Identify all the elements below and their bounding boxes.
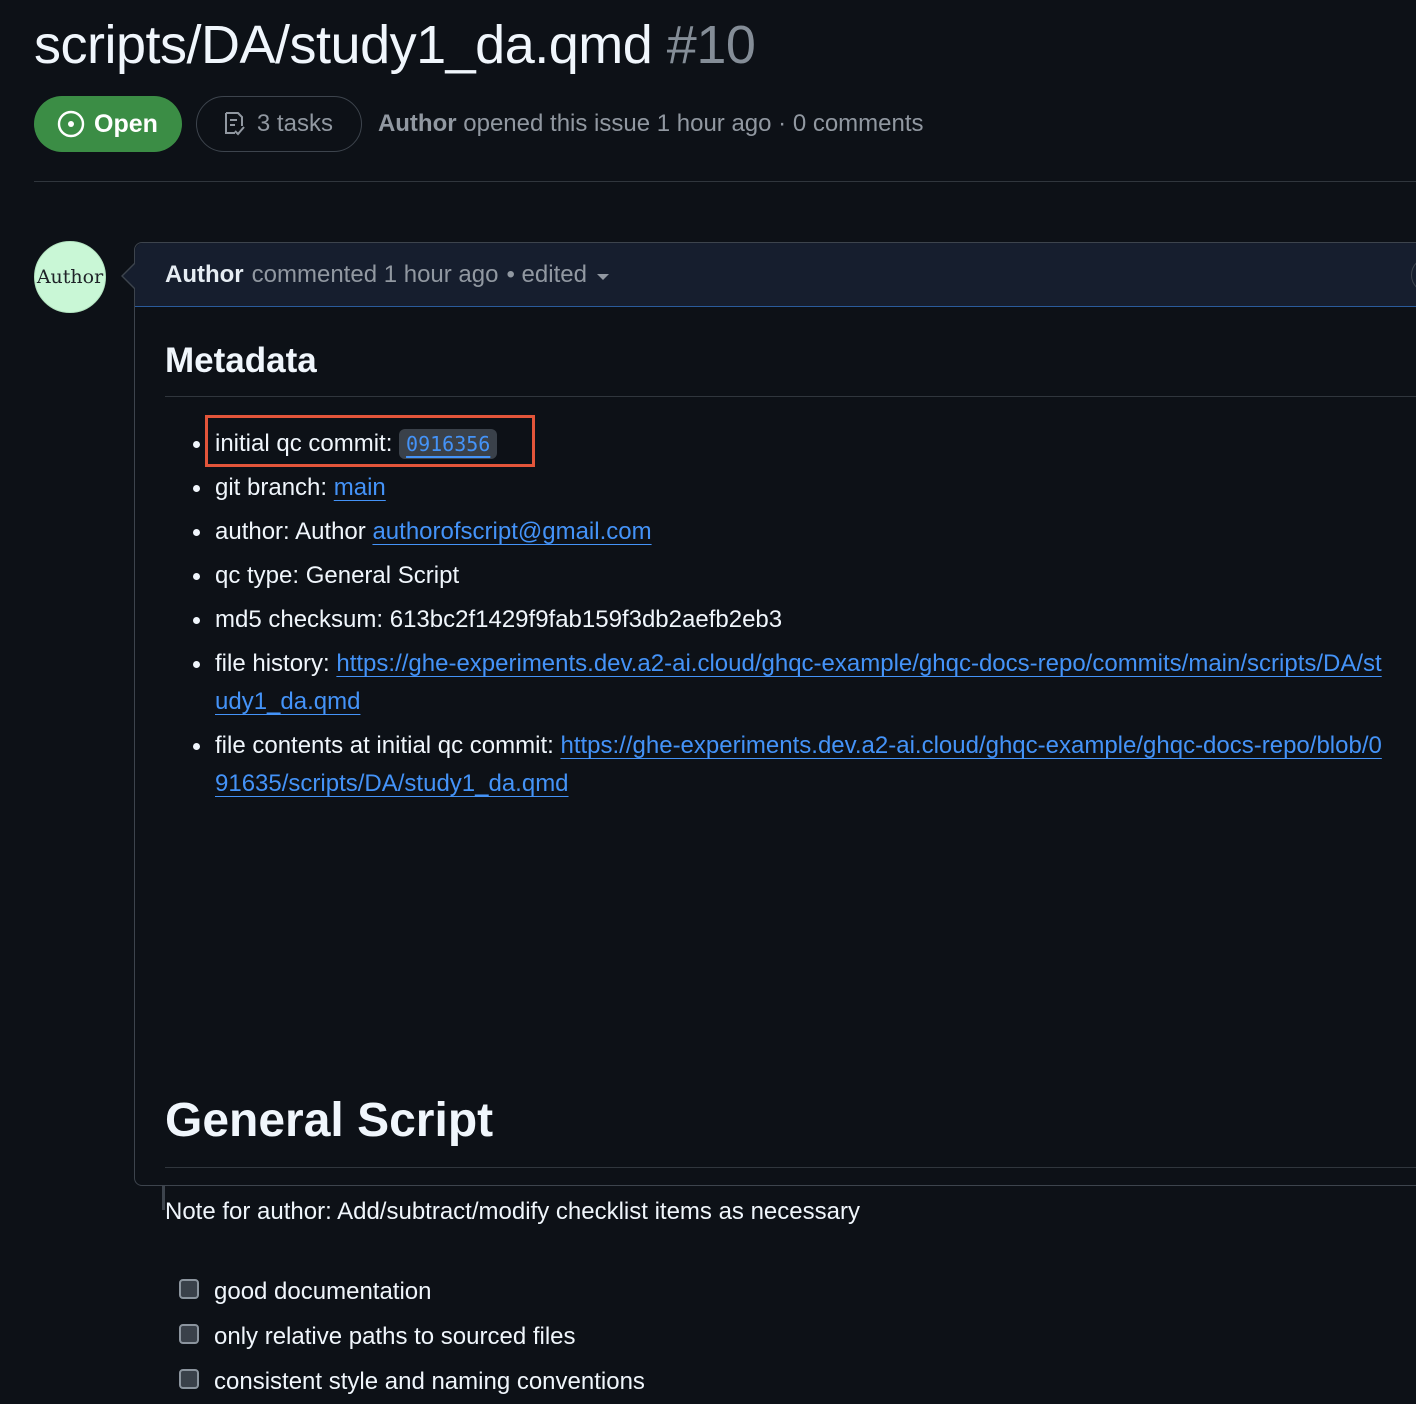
checklist-label: good documentation xyxy=(214,1277,432,1305)
checklist-item: only relative paths to sourced files xyxy=(179,1314,645,1359)
avatar[interactable]: Author xyxy=(34,241,106,313)
history-link[interactable]: https://ghe-experiments.dev.a2-ai.cloud/… xyxy=(215,650,1382,715)
checkbox[interactable] xyxy=(179,1323,199,1344)
comment-box: Author commented 1 hour ago • edited Met… xyxy=(134,242,1416,1395)
header-divider xyxy=(34,181,1416,182)
comment-header: Author commented 1 hour ago • edited xyxy=(135,243,1416,307)
metadata-heading: Metadata xyxy=(165,341,317,380)
comment-options-button[interactable] xyxy=(1411,257,1416,293)
comment-author[interactable]: Author xyxy=(165,261,244,289)
timeline-line xyxy=(162,1186,165,1210)
list-item-contents: file contents at initial qc commit: http… xyxy=(165,727,1395,803)
list-item-history: file history: https://ghe-experiments.de… xyxy=(165,645,1395,721)
commit-sha-link[interactable]: 0916356 xyxy=(399,429,498,459)
qc-type-text: qc type: General Script xyxy=(215,562,460,589)
comment-action: commented 1 hour ago xyxy=(251,260,499,288)
list-item-branch: git branch: main xyxy=(165,469,1395,507)
heading-rule xyxy=(165,396,1416,397)
checklist-item: consistent style and naming conventions xyxy=(179,1359,645,1404)
commit-highlight-wrap: initial qc commit: 0916356 xyxy=(205,415,535,467)
chevron-down-icon xyxy=(596,273,609,280)
issue-open-icon xyxy=(57,110,85,138)
tasks-pill[interactable]: 3 tasks xyxy=(195,96,362,152)
checkbox[interactable] xyxy=(179,1368,199,1389)
checklist-item: good documentation xyxy=(179,1269,645,1314)
issue-title-text: scripts/DA/study1_da.qmd xyxy=(34,15,653,75)
checklist: good documentation only relative paths t… xyxy=(179,1269,645,1404)
branch-label: git branch: xyxy=(215,474,328,501)
checklist-label: only relative paths to sourced files xyxy=(214,1322,576,1350)
avatar-text: Author xyxy=(36,266,104,288)
author-email-link[interactable]: authorofscript@gmail.com xyxy=(372,518,651,545)
contents-label: file contents at initial qc commit: xyxy=(215,732,554,759)
issue-number: #10 xyxy=(666,15,756,75)
comment-pointer-fill xyxy=(123,264,135,288)
author-note: Note for author: Add/subtract/modify che… xyxy=(165,1198,860,1225)
checkbox[interactable] xyxy=(179,1278,199,1299)
metadata-list: initial qc commit: 0916356 git branch: m… xyxy=(165,415,1395,809)
issue-meta-row: Open 3 tasks Author opened this issue 1 … xyxy=(34,96,924,152)
issue-title: scripts/DA/study1_da.qmd #10 xyxy=(34,14,756,76)
list-item-qc-type: qc type: General Script xyxy=(165,557,1395,595)
list-item-md5: md5 checksum: 613bc2f1429f9fab159f3db2ae… xyxy=(165,601,1395,639)
commit-label: initial qc commit: xyxy=(215,430,393,457)
tasks-label: 3 tasks xyxy=(256,110,333,137)
section-heading: General Script xyxy=(165,1094,494,1147)
opened-author-link[interactable]: Author xyxy=(378,110,457,137)
list-item-commit: initial qc commit: 0916356 xyxy=(165,415,1395,467)
md5-text: md5 checksum: 613bc2f1429f9fab159f3db2ae… xyxy=(215,606,783,633)
edited-label: • edited xyxy=(506,260,587,288)
state-badge-open: Open xyxy=(34,96,182,152)
edited-dropdown[interactable]: • edited xyxy=(506,260,609,289)
state-label: Open xyxy=(94,109,158,138)
branch-link[interactable]: main xyxy=(334,474,386,501)
checklist-label: consistent style and naming conventions xyxy=(214,1367,645,1395)
author-label: author: Author xyxy=(215,518,366,545)
opened-info-text: opened this issue 1 hour ago · 0 comment… xyxy=(463,110,924,137)
opened-info: Author opened this issue 1 hour ago · 0 … xyxy=(378,110,924,138)
tasklist-icon xyxy=(224,112,245,136)
history-label: file history: xyxy=(215,650,330,677)
section-rule xyxy=(165,1167,1416,1168)
list-item-author: author: Author authorofscript@gmail.com xyxy=(165,513,1395,551)
